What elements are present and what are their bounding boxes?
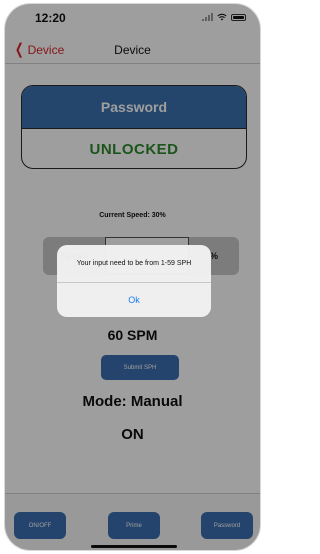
phone-frame: 12:20 ❮ Device Device Password UNLOCKED … [0, 0, 265, 554]
alert-ok-button[interactable]: Ok [57, 283, 211, 317]
alert-message: Your input need to be from 1-59 SPH [76, 260, 192, 267]
alert-dialog: Your input need to be from 1-59 SPH Ok [57, 245, 211, 317]
screen: 12:20 ❮ Device Device Password UNLOCKED … [4, 3, 261, 551]
